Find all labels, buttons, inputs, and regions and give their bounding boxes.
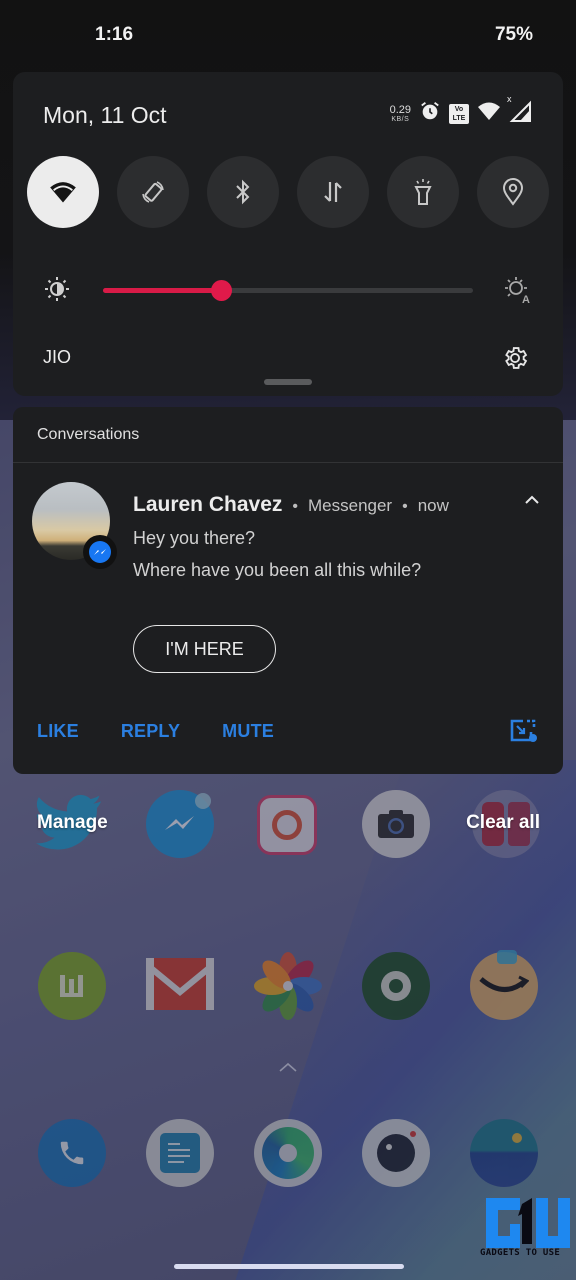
flashlight-icon [414, 179, 432, 205]
signal-no-data-badge: x [507, 94, 512, 104]
mute-button[interactable]: MUTE [222, 721, 274, 742]
section-title: Conversations [37, 426, 140, 443]
clear-all-button[interactable]: Clear all [466, 812, 540, 834]
quick-settings-panel: Mon, 11 Oct 0.29 KB/S Vo LTE x A JIO [13, 72, 563, 396]
reply-button[interactable]: REPLY [121, 721, 180, 742]
separator: • [292, 498, 298, 515]
messenger-badge [83, 535, 117, 569]
divider [13, 462, 563, 463]
manage-button[interactable]: Manage [37, 812, 108, 834]
bubble-icon[interactable] [509, 718, 539, 749]
notification-header: Lauren Chavez • Messenger • now [133, 493, 449, 517]
tile-mobile-data[interactable] [297, 156, 369, 228]
timestamp: now [417, 496, 449, 515]
tile-wifi[interactable] [27, 156, 99, 228]
quick-tiles [27, 156, 549, 228]
bluetooth-icon [236, 179, 250, 205]
brightness-fill [103, 288, 222, 293]
date-label: Mon, 11 Oct [43, 102, 167, 128]
network-speed: 0.29 KB/S [389, 103, 411, 123]
svg-text:A: A [522, 294, 530, 305]
app-name: Messenger [308, 496, 393, 515]
like-button[interactable]: LIKE [37, 721, 79, 742]
messenger-icon [94, 549, 106, 555]
network-speed-value: 0.29 [389, 103, 411, 116]
wifi-icon [477, 101, 501, 126]
smart-reply-button[interactable]: I'M HERE [133, 625, 276, 673]
settings-gear-icon[interactable] [501, 344, 529, 377]
rotate-icon [142, 181, 164, 203]
notification-actions: LIKE REPLY MUTE [37, 721, 316, 742]
data-arrows-icon [324, 182, 342, 202]
gesture-nav-bar[interactable] [174, 1264, 404, 1269]
sender-name: Lauren Chavez [133, 493, 283, 516]
message-line: Hey you there? [133, 528, 256, 548]
brightness-thumb[interactable] [211, 280, 233, 301]
brightness-slider[interactable] [103, 280, 473, 301]
volte-icon: Vo LTE [449, 103, 469, 124]
brightness-row: A [43, 272, 533, 308]
tile-flashlight[interactable] [387, 156, 459, 228]
clock: 1:16 [95, 24, 134, 45]
tile-bluetooth[interactable] [207, 156, 279, 228]
status-bar: 1:16 75% [0, 24, 576, 50]
watermark-text: GADGETS TO USE [480, 1248, 561, 1258]
wifi-icon [50, 182, 76, 203]
shade-drag-handle[interactable] [264, 379, 312, 385]
battery-level: 75% [494, 24, 533, 45]
brightness-icon [43, 275, 71, 308]
collapse-chevron-icon[interactable] [523, 493, 541, 511]
network-speed-unit: KB/S [391, 115, 410, 123]
watermark-logo: GADGETS TO USE [480, 1198, 570, 1262]
location-icon [502, 178, 524, 206]
carrier-label: JIO [43, 347, 72, 367]
tile-location[interactable] [477, 156, 549, 228]
auto-brightness-icon[interactable]: A [503, 275, 533, 310]
message-line: Where have you been all this while? [133, 560, 422, 580]
tile-auto-rotate[interactable] [117, 156, 189, 228]
status-icons: 0.29 KB/S Vo LTE x [389, 94, 531, 127]
conversation-notification-card[interactable]: Conversations Lauren Chavez • Messenger … [13, 407, 563, 774]
alarm-icon [419, 100, 441, 127]
signal-icon: x [507, 94, 531, 127]
separator: • [402, 498, 408, 515]
